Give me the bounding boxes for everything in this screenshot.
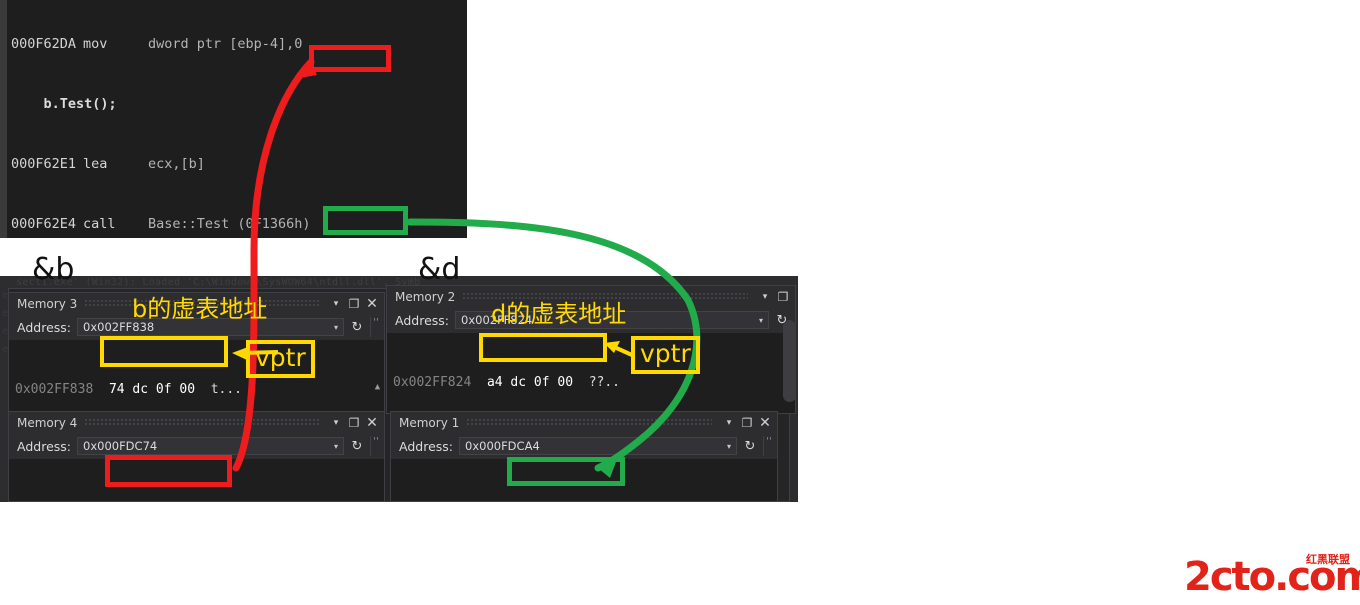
titlebar-dots: [84, 418, 319, 427]
close-icon[interactable]: ✕: [757, 415, 773, 431]
address-input[interactable]: 0x000FDC74 ▾: [77, 437, 344, 455]
gripper-icon: '': [370, 317, 381, 337]
highlight-box-mem3-vptr: [100, 336, 228, 367]
memory-window-4-scrollbar[interactable]: ▲: [371, 459, 384, 501]
memory-row-ascii: ??..: [588, 375, 620, 390]
memory-row: 0x000FDCA4 a1 14 0f 00 ?...: [397, 499, 777, 502]
address-label: Address:: [399, 438, 453, 454]
memory-window-4-titlebar[interactable]: Memory 4 ▾ ❐ ✕: [9, 412, 384, 433]
disassembly-code: 000F62DA mov dword ptr [ebp-4],0 b.Test();…: [11, 0, 343, 238]
memory-window-1-addressbar[interactable]: Address: 0x000FDCA4 ▾ ↻ '': [391, 433, 777, 459]
maximize-icon[interactable]: ❐: [346, 415, 362, 431]
watermark-sub-text: 红黑联盟: [1306, 553, 1350, 566]
memory-window-3-titlebar[interactable]: Memory 3 ▾ ❐ ✕: [9, 293, 384, 314]
address-value: 0x002FF824: [461, 313, 533, 327]
memory-row-bytes: a1 14 0f 00: [475, 501, 577, 502]
memory-window-1-title: Memory 1: [399, 415, 460, 430]
address-input[interactable]: 0x002FF838 ▾: [77, 318, 344, 336]
maximize-icon[interactable]: ❐: [346, 296, 362, 312]
disasm-operands: Base::Test (0F1366h): [148, 216, 311, 232]
highlight-box-call-base: [309, 45, 391, 72]
gripper-icon: '': [763, 436, 774, 456]
memory-row-address: 0x000FDCA4: [397, 501, 475, 502]
highlight-box-mem2-vptr: [479, 333, 607, 362]
memory-row-address: 0x002FF824: [393, 375, 472, 390]
memory-row-ascii: ?...: [577, 501, 624, 502]
address-input[interactable]: 0x002FF824 ▾: [455, 311, 769, 329]
scroll-up-icon[interactable]: ▲: [371, 499, 384, 501]
disasm-operands: dword ptr [ebp-4],0: [148, 36, 303, 52]
refresh-icon[interactable]: ↻: [740, 436, 760, 456]
memory-row-ascii: f...: [195, 501, 242, 502]
memory-row-bytes: 74 dc 0f 00: [108, 382, 196, 397]
chevron-down-icon[interactable]: ▾: [331, 323, 341, 332]
memory-window-1-scrollbar[interactable]: ▲: [764, 459, 777, 501]
disasm-address: 000F62E4: [11, 216, 77, 232]
memory-row-ascii: t...: [210, 382, 242, 397]
disasm-mnemonic: call: [83, 216, 116, 232]
disasm-operands: ecx,[b]: [148, 156, 205, 172]
memory-window-4-title: Memory 4: [17, 415, 78, 430]
disasm-line: 000F62E4 call Base::Test (0F1366h): [11, 214, 343, 234]
memory-row: 0x000FDC74 66 13 0f 00 f...: [15, 499, 384, 502]
chevron-down-icon[interactable]: ▾: [757, 289, 773, 305]
refresh-icon[interactable]: ↻: [347, 317, 367, 337]
refresh-icon[interactable]: ↻: [347, 436, 367, 456]
memory-window-1-titlebar[interactable]: Memory 1 ▾ ❐ ✕: [391, 412, 777, 433]
memory-window-3-scrollbar[interactable]: ▲: [371, 340, 384, 413]
close-icon[interactable]: ✕: [364, 415, 380, 431]
chevron-down-icon[interactable]: ▾: [331, 442, 341, 451]
disassembly-pane[interactable]: 000F62DA mov dword ptr [ebp-4],0 b.Test();…: [0, 0, 467, 238]
disasm-address: 000F62E1: [11, 156, 77, 172]
memory-row-address: 0x002FF838: [15, 382, 94, 397]
close-icon[interactable]: ✕: [364, 296, 380, 312]
disasm-source-line: b.Test();: [11, 96, 117, 112]
highlight-box-mem1-bytes: [507, 457, 625, 486]
titlebar-dots: [462, 292, 748, 301]
memory-window-2-scrollbar[interactable]: [783, 320, 796, 402]
titlebar-dots: [466, 418, 712, 427]
watermark: 2cto.com 红黑联盟: [1184, 551, 1360, 597]
scroll-up-icon[interactable]: ▲: [764, 499, 777, 501]
memory-window-2-titlebar[interactable]: Memory 2 ▾ ❐: [387, 286, 795, 307]
address-input[interactable]: 0x000FDCA4 ▾: [459, 437, 737, 455]
memory-row: 0x002FF838 74 dc 0f 00 t...: [15, 380, 384, 400]
address-label: Address:: [17, 319, 71, 335]
address-value: 0x000FDC74: [83, 439, 158, 453]
gripper-icon: '': [370, 436, 381, 456]
address-value: 0x000FDCA4: [465, 439, 540, 453]
memory-row-bytes: 66 13 0f 00: [93, 501, 195, 502]
scroll-up-icon[interactable]: ▲: [371, 380, 384, 394]
memory-row-address: 0x000FDC74: [15, 501, 93, 502]
chevron-down-icon[interactable]: ▾: [721, 415, 737, 431]
chevron-down-icon[interactable]: ▾: [328, 415, 344, 431]
disasm-line: 000F62DA mov dword ptr [ebp-4],0: [11, 34, 343, 54]
chevron-down-icon[interactable]: ▾: [724, 442, 734, 451]
maximize-icon[interactable]: ❐: [739, 415, 755, 431]
memory-window-3-title: Memory 3: [17, 296, 78, 311]
memory-window-2-addressbar[interactable]: Address: 0x002FF824 ▾ ↻: [387, 307, 795, 333]
address-label: Address:: [17, 438, 71, 454]
disasm-mnemonic: lea: [83, 156, 108, 172]
chevron-down-icon[interactable]: ▾: [328, 296, 344, 312]
disasm-line: 000F62E1 lea ecx,[b]: [11, 154, 343, 174]
disasm-address: 000F62DA: [11, 36, 77, 52]
memory-row: 0x002FF824 a4 dc 0f 00 ??..: [393, 373, 795, 393]
chevron-down-icon[interactable]: ▾: [756, 316, 766, 325]
titlebar-dots: [84, 299, 319, 308]
memory-window-2-title: Memory 2: [395, 289, 456, 304]
highlight-box-mem4-bytes: [105, 455, 232, 487]
maximize-icon[interactable]: ❐: [775, 289, 791, 305]
memory-row-bytes: a4 dc 0f 00: [486, 375, 574, 390]
address-label: Address:: [395, 312, 449, 328]
address-value: 0x002FF838: [83, 320, 155, 334]
highlight-box-call-derive: [323, 206, 408, 235]
disasm-mnemonic: mov: [83, 36, 108, 52]
